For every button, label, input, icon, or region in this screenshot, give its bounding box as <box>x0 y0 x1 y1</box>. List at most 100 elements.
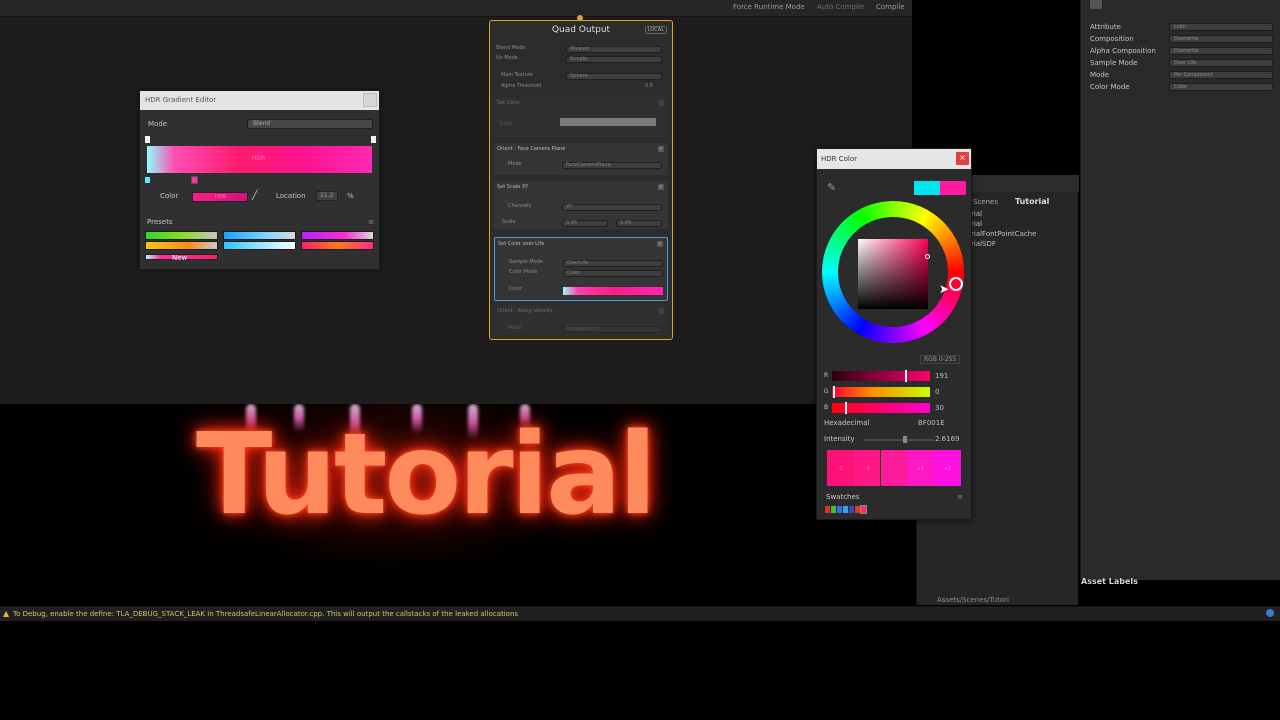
exposure-swatch[interactable]: +2 <box>934 450 961 486</box>
location-input[interactable]: 21.2 <box>316 191 338 201</box>
presets-menu-icon[interactable]: ≡ <box>368 218 374 226</box>
close-button[interactable]: × <box>956 152 969 165</box>
original-color-swatch[interactable] <box>914 181 940 195</box>
color-field[interactable] <box>560 118 656 126</box>
swatches-foldout[interactable]: Swatches <box>826 493 859 501</box>
gradient-preview-bar[interactable]: HDR <box>147 146 372 173</box>
blend-mode-dropdown[interactable]: Masked <box>566 46 662 53</box>
channels-dropdown[interactable]: XY <box>562 204 662 211</box>
collab-status-icon[interactable] <box>1266 609 1274 617</box>
exposure-swatch-current[interactable] <box>880 449 908 487</box>
preset-swatch[interactable] <box>223 231 296 240</box>
close-button[interactable] <box>363 93 377 107</box>
block-set-scale-xy[interactable]: Set Scale XY ✓ Channels XY Scale 0.05 0.… <box>494 181 668 229</box>
hdr-color-picker-window[interactable]: HDR Color × ✎ ➤ RGB 0-255 R 191 G 0 B 30… <box>816 148 972 520</box>
console-status-bar[interactable]: ▲ To Debug, enable the define: TLA_DEBUG… <box>0 606 1280 621</box>
block-set-color-over-life[interactable]: Set Color over Life ✓ Sample Mode OverLi… <box>494 237 668 301</box>
eyedropper-icon[interactable]: ✎ <box>827 181 836 194</box>
saturation-value-square[interactable] <box>858 239 928 309</box>
preset-swatch[interactable] <box>301 241 374 250</box>
color-key-marker[interactable] <box>145 177 150 183</box>
block-orient-along-velocity[interactable]: Orient : Along Velocity Mode AlongVeloci… <box>494 305 668 335</box>
saved-swatch[interactable] <box>837 506 842 513</box>
breadcrumb-tutorial[interactable]: Tutorial <box>1015 197 1049 206</box>
block-enable-checkbox[interactable] <box>658 100 664 106</box>
sv-handle[interactable] <box>925 254 930 259</box>
color-key-marker-selected[interactable] <box>191 176 198 184</box>
window-titlebar[interactable]: HDR Gradient Editor <box>140 91 379 110</box>
key-color-field[interactable]: HDR <box>192 192 248 202</box>
window-titlebar[interactable]: HDR Color × <box>817 149 971 169</box>
project-asset-item[interactable]: rial <box>971 220 982 228</box>
project-asset-item[interactable]: rialFontPointCache <box>971 230 1036 238</box>
preset-swatch[interactable] <box>145 241 218 250</box>
hexadecimal-input[interactable]: BF001E <box>918 419 945 427</box>
block-enable-checkbox[interactable]: ✓ <box>658 184 664 190</box>
orient-mode-dropdown[interactable]: AlongVelocity <box>562 326 662 333</box>
hue-handle[interactable] <box>949 277 963 291</box>
exposure-swatch[interactable]: +1 <box>907 450 934 486</box>
green-value[interactable]: 0 <box>935 388 939 396</box>
eyedropper-icon[interactable]: ╱ <box>252 191 257 201</box>
scale-x-field[interactable]: 0.05 <box>562 220 608 227</box>
alpha-threshold-value[interactable]: 0.5 <box>645 83 653 92</box>
blue-value[interactable]: 30 <box>935 404 944 412</box>
saved-swatch[interactable] <box>825 506 830 513</box>
attribute-dropdown[interactable]: color <box>1169 23 1273 31</box>
hdr-gradient-editor-window[interactable]: HDR Gradient Editor Mode Blend HDR Color… <box>139 90 380 270</box>
color-over-life-gradient-field[interactable] <box>563 287 663 295</box>
green-slider[interactable] <box>832 387 930 397</box>
uv-mode-dropdown[interactable]: Simple <box>566 56 662 63</box>
block-enable-checkbox[interactable] <box>658 308 664 314</box>
preset-swatch[interactable] <box>301 231 374 240</box>
saved-swatch[interactable] <box>831 506 836 513</box>
saved-swatch[interactable] <box>849 506 854 513</box>
sample-mode-dropdown[interactable]: OverLife <box>563 260 663 267</box>
game-view[interactable]: Tutorial <box>0 404 786 604</box>
orient-mode-dropdown[interactable]: FaceCameraPlane <box>562 162 662 169</box>
saved-swatch[interactable] <box>860 505 867 514</box>
exposure-swatch[interactable]: -2 <box>827 450 854 486</box>
alpha-key-marker[interactable] <box>145 136 150 143</box>
compile-button[interactable]: Compile <box>876 3 905 15</box>
block-enable-checkbox[interactable]: ✓ <box>657 241 663 247</box>
color-mode-dropdown[interactable]: RGB 0-255 <box>920 355 961 364</box>
saved-swatch[interactable] <box>843 506 848 513</box>
block-set-color[interactable]: Set Color Color <box>494 97 668 137</box>
mode-dropdown[interactable]: Per Component <box>1169 71 1273 79</box>
project-asset-item[interactable]: rialSDF <box>971 240 996 248</box>
asset-labels-header[interactable]: Asset Labels <box>1081 577 1138 586</box>
scale-y-field[interactable]: 0.05 <box>616 220 662 227</box>
alpha-composition-dropdown[interactable]: Overwrite <box>1169 47 1273 55</box>
project-asset-item[interactable]: rial <box>971 210 982 218</box>
vfx-graph-canvas[interactable]: Force Runtime Mode Auto Compile Compile … <box>0 0 912 404</box>
auto-compile-toggle[interactable]: Auto Compile <box>817 3 864 15</box>
quad-output-node[interactable]: Quad Output LOCAL Blend Mode Masked Uv M… <box>489 15 673 340</box>
sample-mode-dropdown[interactable]: Over Life <box>1169 59 1273 67</box>
red-slider[interactable] <box>832 371 930 381</box>
mode-dropdown[interactable]: Blend <box>247 119 373 129</box>
main-texture-field[interactable]: Sphere <box>566 73 662 80</box>
swatches-menu-icon[interactable]: ≡ <box>957 493 963 501</box>
preset-swatch[interactable] <box>223 241 296 250</box>
space-badge[interactable]: LOCAL <box>644 26 667 34</box>
saved-swatch[interactable] <box>855 506 860 513</box>
green-slider-thumb[interactable] <box>833 386 835 398</box>
red-value[interactable]: 191 <box>935 372 948 380</box>
alpha-key-marker[interactable] <box>371 136 376 143</box>
color-mode-dropdown[interactable]: Color <box>1169 83 1273 91</box>
node-header[interactable]: Quad Output LOCAL <box>490 21 672 40</box>
intensity-slider-thumb[interactable] <box>903 436 907 443</box>
color-mode-dropdown[interactable]: Color <box>563 270 663 277</box>
block-orient-face-camera[interactable]: Orient : Face Camera Plane ✓ Mode FaceCa… <box>494 143 668 175</box>
console-message[interactable]: To Debug, enable the define: TLA_DEBUG_S… <box>13 610 518 618</box>
exposure-swatch[interactable]: -1 <box>854 450 881 486</box>
block-enable-checkbox[interactable]: ✓ <box>658 146 664 152</box>
breadcrumb-scenes[interactable]: Scenes <box>973 198 998 206</box>
red-slider-thumb[interactable] <box>905 370 907 382</box>
blue-slider-thumb[interactable] <box>845 402 847 414</box>
force-runtime-mode-toggle[interactable]: Force Runtime Mode <box>733 3 805 15</box>
composition-dropdown[interactable]: Overwrite <box>1169 35 1273 43</box>
intensity-input[interactable]: 2.6169 <box>935 435 960 443</box>
preset-swatch[interactable] <box>145 231 218 240</box>
